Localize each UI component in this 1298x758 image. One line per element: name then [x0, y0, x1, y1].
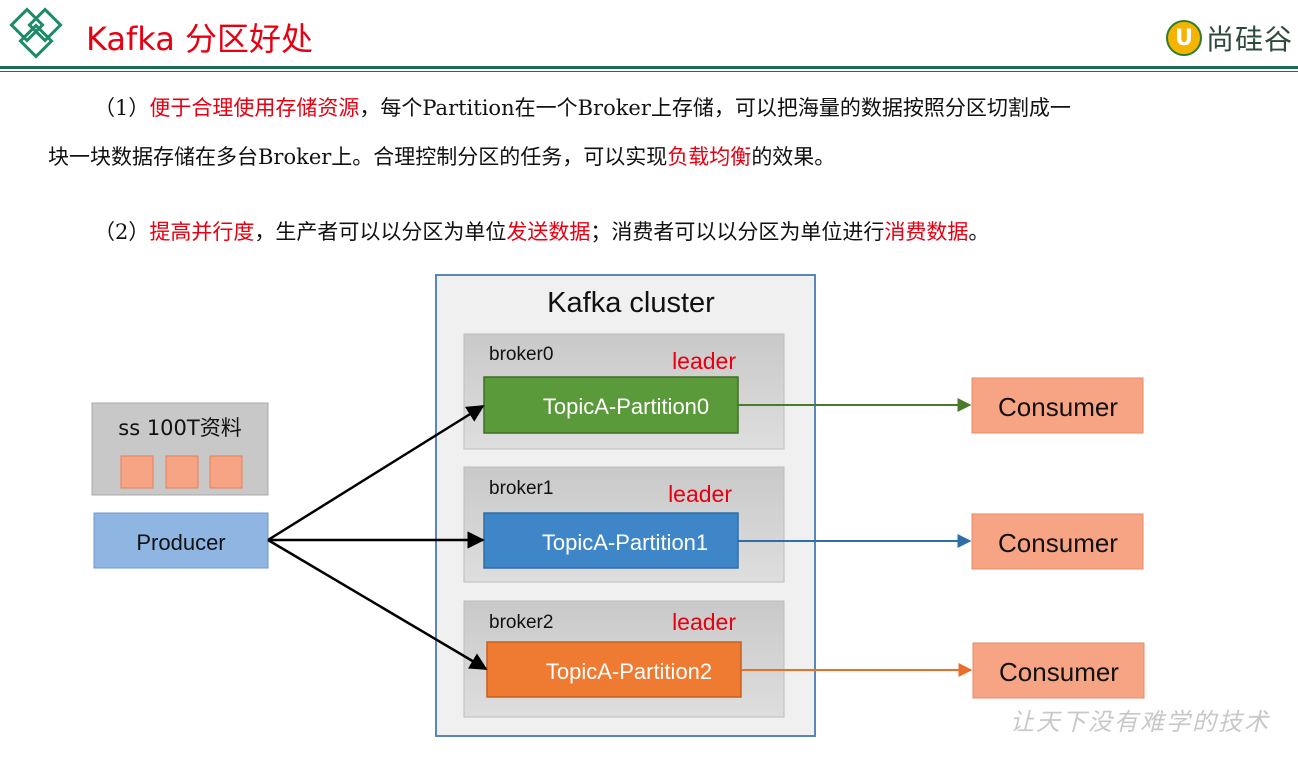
consumer-2: Consumer: [972, 642, 1145, 699]
broker-0: broker0 leader TopicA-Partition0: [463, 333, 785, 450]
partition-label: TopicA-Partition0: [543, 394, 709, 419]
data-block: [165, 455, 199, 489]
partition-label: TopicA-Partition2: [546, 659, 712, 684]
broker-name: broker1: [489, 478, 553, 499]
kafka-diagram: Kafka cluster broker0 leader TopicA-Part…: [91, 274, 1145, 737]
watermark: 让天下没有难学的技术: [1010, 708, 1270, 736]
leader-label: leader: [672, 348, 736, 374]
partition-label: TopicA-Partition1: [542, 530, 708, 555]
cluster-label: Kafka cluster: [547, 287, 715, 319]
producer-label: Producer: [136, 530, 225, 555]
data-source-label: ss 100T资料: [118, 416, 241, 440]
broker-2: broker2 leader TopicA-Partition2: [463, 600, 785, 718]
consumer-0: Consumer: [971, 377, 1144, 434]
broker-name: broker0: [489, 344, 553, 365]
leader-label: leader: [668, 481, 732, 507]
consumer-label: Consumer: [998, 392, 1118, 422]
data-block: [209, 455, 243, 489]
producer: Producer: [93, 512, 269, 569]
consumer-1: Consumer: [971, 513, 1144, 570]
leader-label: leader: [672, 609, 736, 635]
broker-1: broker1 leader TopicA-Partition1: [463, 466, 785, 583]
data-block: [120, 455, 154, 489]
broker-name: broker2: [489, 612, 553, 633]
data-source: ss 100T资料: [91, 402, 269, 496]
consumer-label: Consumer: [999, 657, 1119, 687]
consumer-label: Consumer: [998, 528, 1118, 558]
